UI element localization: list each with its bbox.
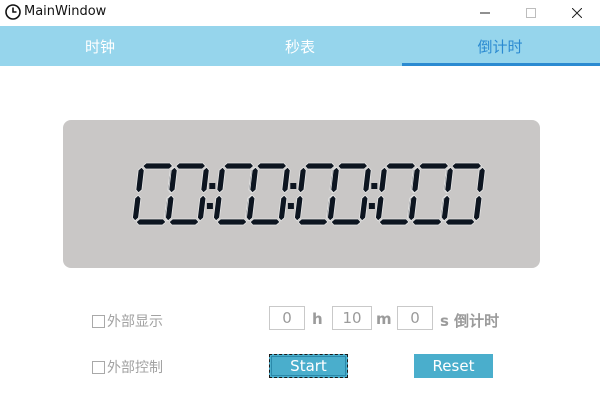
- checkbox-box[interactable]: [92, 360, 105, 374]
- minutes-input[interactable]: 10: [332, 306, 372, 330]
- lcd-segment: [135, 218, 167, 226]
- tab-bar: 时钟 秒表 倒计时: [0, 26, 600, 66]
- close-button[interactable]: [554, 0, 600, 26]
- seconds-input[interactable]: 0: [397, 306, 433, 330]
- lcd-segment: [385, 162, 417, 170]
- lcd-colon-dot: [290, 183, 297, 189]
- lcd-segment: [473, 194, 483, 222]
- checkbox-box[interactable]: [92, 314, 105, 328]
- window-title: MainWindow: [24, 4, 107, 19]
- external-control-checkbox[interactable]: 外部控制: [92, 357, 163, 377]
- seconds-unit-label: s 倒计时: [440, 312, 500, 330]
- lcd-colon-dot: [209, 183, 216, 189]
- hours-input[interactable]: 0: [269, 306, 305, 330]
- lcd-digit: [327, 162, 372, 226]
- lcd-segment: [249, 218, 281, 226]
- lcd-segment: [359, 194, 369, 222]
- lcd-segment: [476, 166, 486, 194]
- lcd-display: [63, 120, 540, 268]
- lcd-digit: [165, 162, 210, 226]
- tab-clock[interactable]: 时钟: [0, 26, 200, 66]
- title-bar: MainWindow: [0, 0, 600, 26]
- lcd-segment: [378, 218, 410, 226]
- lcd-segment: [213, 194, 223, 222]
- lcd-segment: [278, 194, 288, 222]
- lcd-segment: [135, 166, 145, 194]
- lcd-segment: [142, 162, 174, 170]
- lcd-segment: [168, 218, 200, 226]
- lcd-digits: [132, 162, 486, 226]
- maximize-button[interactable]: [508, 0, 554, 26]
- lcd-segment: [378, 166, 388, 194]
- lcd-segment: [330, 218, 362, 226]
- tab-stopwatch[interactable]: 秒表: [200, 26, 400, 66]
- lcd-segment: [223, 162, 255, 170]
- lcd-colon-dot: [206, 203, 213, 209]
- lcd-segment: [216, 166, 226, 194]
- lcd-segment: [197, 194, 207, 222]
- reset-button[interactable]: Reset: [414, 354, 493, 378]
- lcd-segment: [294, 194, 304, 222]
- external-display-label: 外部显示: [107, 314, 163, 330]
- lcd-segment: [216, 218, 248, 226]
- lcd-digit: [441, 162, 486, 226]
- lcd-segment: [200, 166, 210, 194]
- tab-countdown[interactable]: 倒计时: [400, 26, 600, 66]
- lcd-digit: [246, 162, 291, 226]
- lcd-colon-dot: [371, 183, 378, 189]
- lcd-colon-dot: [368, 203, 375, 209]
- lcd-segment: [451, 162, 483, 170]
- lcd-segment: [304, 162, 336, 170]
- lcd-segment: [375, 194, 385, 222]
- lcd-segment: [444, 218, 476, 226]
- close-icon: [572, 8, 582, 18]
- maximize-icon: [526, 8, 536, 18]
- lcd-segment: [175, 162, 207, 170]
- hours-unit-label: h: [312, 310, 323, 328]
- lcd-segment: [362, 166, 372, 194]
- lcd-segment: [297, 166, 307, 194]
- active-tab-indicator: [402, 63, 600, 66]
- lcd-segment: [337, 162, 369, 170]
- external-display-checkbox[interactable]: 外部显示: [92, 311, 163, 331]
- minimize-icon: [480, 12, 490, 14]
- clock-icon: [5, 4, 21, 20]
- lcd-segment: [418, 162, 450, 170]
- lcd-segment: [132, 194, 142, 222]
- lcd-colon-dot: [287, 203, 294, 209]
- minutes-unit-label: m: [376, 310, 392, 328]
- external-control-label: 外部控制: [107, 360, 163, 376]
- lcd-segment: [281, 166, 291, 194]
- lcd-segment: [411, 218, 443, 226]
- minimize-button[interactable]: [462, 0, 508, 26]
- lcd-segment: [297, 218, 329, 226]
- start-button[interactable]: Start: [269, 354, 348, 378]
- lcd-segment: [256, 162, 288, 170]
